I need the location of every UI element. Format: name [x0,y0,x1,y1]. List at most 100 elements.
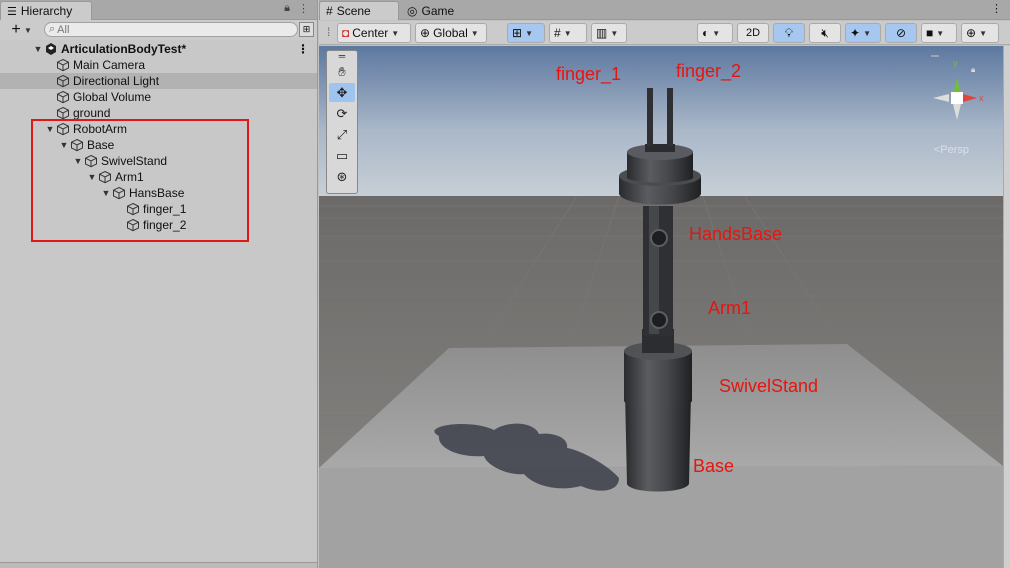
gizmos-icon: ⊕ [966,26,977,40]
gizmos-button[interactable]: ⊕ ▼ [961,23,999,43]
kebab-menu-icon[interactable]: ⋮ [991,2,1002,15]
list-icon: ☰ [7,5,17,18]
chevron-down-icon: ▼ [391,28,400,38]
chevron-down-icon: ▼ [712,28,721,38]
search-input[interactable]: ⌕ All [44,22,298,37]
gizmo-x-label: x [979,93,984,103]
transform-tool-icon[interactable]: ⊛ [329,167,355,186]
gameobject-cube-icon [57,74,69,88]
scene-viewport[interactable]: ═ ✋︎ ✥ ⟳ ⤢ ▭ ⊛ finger_1 finger_2 HandsBa… [319,46,1003,568]
tab-scene[interactable]: # Scene [319,1,399,20]
tab-hierarchy[interactable]: ☰ Hierarchy [0,1,92,20]
hierarchy-item-label: Main Camera [73,58,146,72]
2d-toggle-button[interactable]: 2D [737,23,769,43]
scale-tool-icon[interactable]: ⤢ [329,125,355,144]
tab-hierarchy-label: Hierarchy [20,4,73,18]
transform-tools: ═ ✋︎ ✥ ⟳ ⤢ ▭ ⊛ [326,50,358,194]
move-tool-icon[interactable]: ✥ [329,83,355,102]
rect-tool-icon[interactable]: ▭ [329,146,355,165]
rotate-tool-icon[interactable]: ⟳ [329,104,355,123]
hierarchy-panel: ☰ Hierarchy 🔒︎ ⋮ + ▼ ⌕ All ⊞ ▼ Articulat… [0,0,318,568]
label-finger-2: finger_2 [676,61,742,81]
gameobject-cube-icon [57,58,69,72]
scene-panel: # Scene ◎ Game ⋮ ⁞ ◘ Center ▼ ⊕ Global ▼… [319,0,1010,568]
chevron-down-icon: ▼ [563,28,572,38]
hierarchy-item[interactable]: Directional Light [0,73,317,89]
chevron-down-icon: ▼ [525,28,533,38]
hidden-objects-button[interactable]: ⊘ [885,23,917,43]
effects-icon: ✦ [850,26,861,40]
lighting-toggle-button[interactable]: 💡︎ [773,23,805,43]
hierarchy-item[interactable]: Main Camera [0,57,317,73]
search-placeholder: All [57,23,70,36]
drag-handle-icon[interactable]: ═ [329,51,355,61]
chevron-down-icon: ▼ [610,28,619,38]
scene-render [319,46,1003,568]
scene-menu-icon[interactable]: ⋮ [297,42,309,56]
lock-icon[interactable]: 🔒︎ [284,2,290,15]
chevron-down-icon: ▼ [863,28,871,38]
toolbar-handle-icon: ⁞ [327,25,331,39]
scene-row[interactable]: ▼ ArticulationBodyTest* ⋮ [0,41,317,57]
tab-game-label: Game [421,3,455,18]
label-finger-1: finger_1 [556,64,622,84]
hierarchy-item-label: ground [73,106,111,120]
search-filter-icon[interactable]: ⊞ [299,22,314,37]
label-base: Base [693,456,735,476]
chevron-down-icon: ▼ [470,28,479,38]
shading-mode-button[interactable]: ◐ ▼ [697,23,733,43]
gizmo-y-axis[interactable] [953,78,961,94]
perspective-label[interactable]: <Persp [934,144,969,156]
increment-snap-button[interactable]: # ▼ [549,23,587,43]
grid-snap-button[interactable]: ⊞ ▼ [507,23,545,43]
tab-game[interactable]: ◎ Game [401,1,471,20]
hand-tool-icon[interactable]: ✋︎ [329,62,355,81]
orientation-gizmo[interactable]: 🔒︎ y x [915,54,995,154]
chevron-down-icon: ▼ [936,28,945,38]
gizmo-x-axis[interactable] [963,94,977,102]
pivot-icon: ◘ [342,26,350,40]
label-swivel-stand: SwivelStand [719,376,819,396]
pivot-dropdown[interactable]: ◘ Center ▼ [337,23,411,43]
grid-lines-icon: ▥ [596,26,608,40]
hierarchy-tabbar: ☰ Hierarchy 🔒︎ ⋮ [0,0,317,20]
grid-snap-icon: ⊞ [512,26,523,40]
scene-toolbar: ⁞ ◘ Center ▼ ⊕ Global ▼ ⊞ ▼ # ▼ ▥ ▼ ◐ ▼ … [319,21,1010,45]
label-hands-base: HandsBase [689,224,783,244]
gizmo-lock-icon[interactable]: 🔒︎ [971,65,975,74]
gizmo-y-label: y [953,58,958,68]
scene-tabbar: # Scene ◎ Game ⋮ [319,0,1010,20]
space-label: Global [433,26,468,40]
search-icon: ⌕ [49,23,56,35]
shading-sphere-icon: ◐ [702,26,710,40]
gameobject-cube-icon [57,106,69,120]
pivot-label: Center [352,26,389,40]
snap-icon: # [554,26,561,40]
space-dropdown[interactable]: ⊕ Global ▼ [415,23,487,43]
globe-icon: ⊕ [420,26,431,40]
kebab-menu-icon[interactable]: ⋮ [298,2,309,15]
vertical-scrollbar[interactable] [1003,46,1010,568]
hierarchy-item[interactable]: Global Volume [0,89,317,105]
hierarchy-toolbar: + ▼ ⌕ All ⊞ [0,20,317,40]
chevron-down-icon[interactable]: ▼ [24,26,32,35]
hierarchy-item-label: Directional Light [73,74,160,88]
grid-visibility-button[interactable]: ▥ ▼ [591,23,627,43]
mute-icon: 🔇︎ [821,25,829,40]
tab-scene-label: Scene [336,4,371,18]
scene-name: ArticulationBodyTest* [61,42,187,56]
chevron-down-icon: ▼ [979,28,987,38]
hierarchy-bottom-bar [0,562,317,568]
eye-off-icon: ⊘ [895,26,907,40]
unity-scene-icon [46,43,56,55]
label-arm1: Arm1 [708,298,752,318]
audio-toggle-button[interactable]: 🔇︎ [809,23,841,43]
effects-toggle-button[interactable]: ✦ ▼ [845,23,881,43]
expand-arrow-icon[interactable]: ▼ [32,44,44,54]
tab-icons: 🔒︎ ⋮ [284,2,309,15]
grid-icon: # [326,4,333,18]
gamepad-icon: ◎ [407,3,418,18]
camera-settings-button[interactable]: ■ ▼ [921,23,957,43]
camera-icon: ■ [926,26,934,40]
gameobject-cube-icon [57,90,69,104]
